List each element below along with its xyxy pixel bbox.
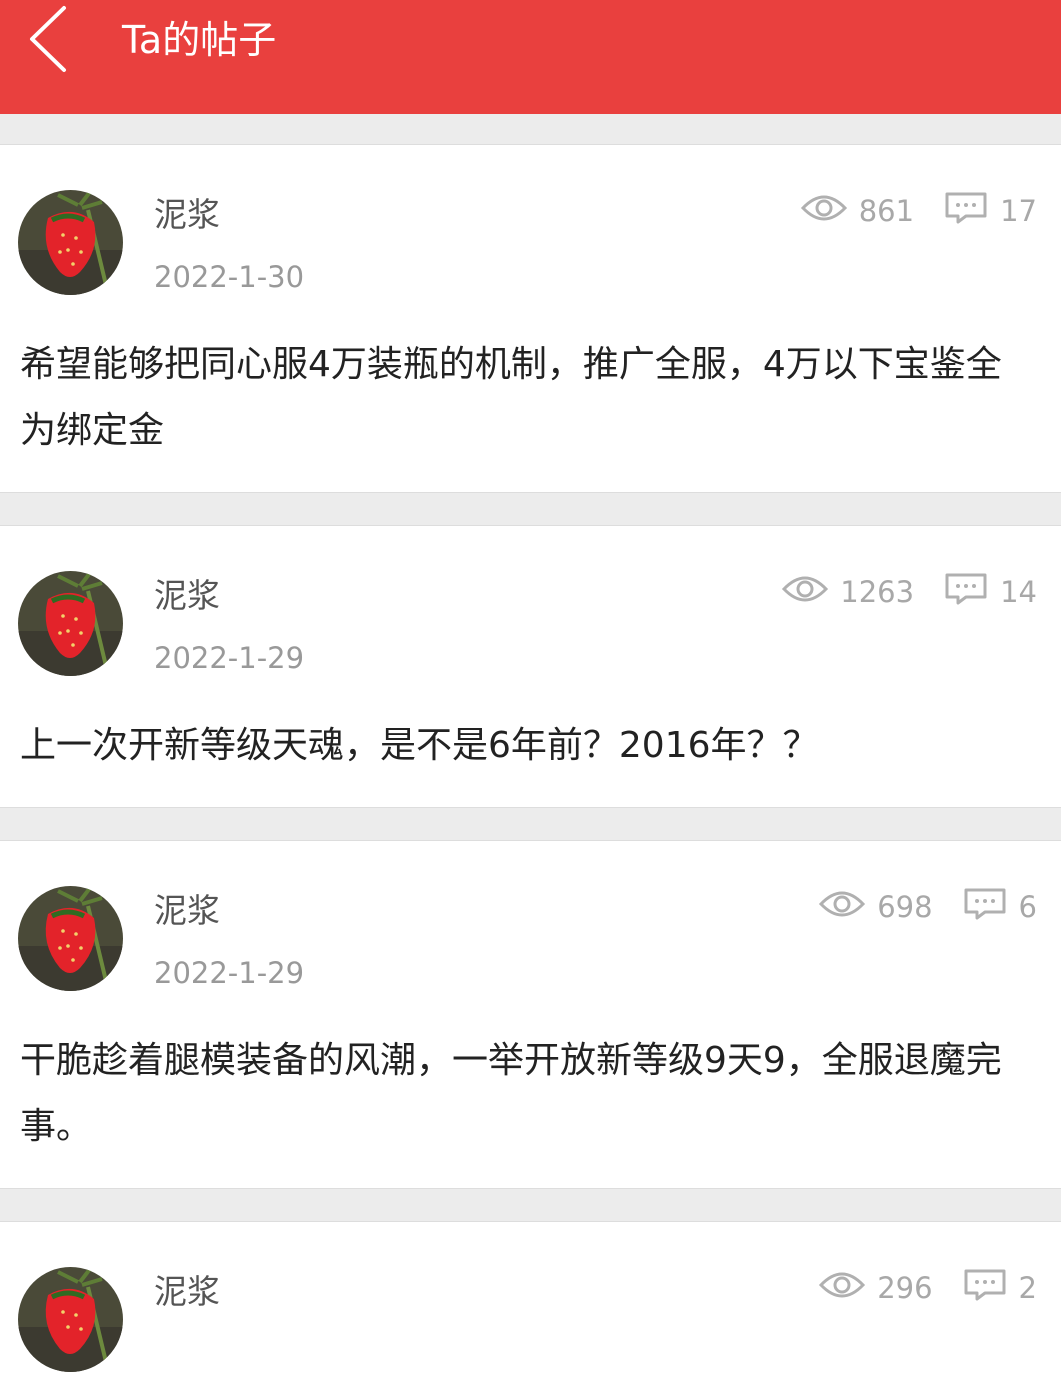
strawberry-avatar-icon [18,1267,123,1372]
post-item[interactable]: 泥浆 2022-1-29 1263 14 上一次开新等级天魂，是不是6年前？20… [0,525,1061,808]
author-name[interactable]: 泥浆 [154,576,220,616]
user-avatar[interactable] [18,190,123,295]
page-title: Ta的帖子 [122,18,277,62]
post-item[interactable]: 泥浆 2022-1-30 861 17 希望能够把同心服4万装瓶的机制，推广全服… [0,144,1061,493]
eye-icon [819,1269,866,1308]
eye-icon [819,888,866,927]
post-item[interactable]: 泥浆 296 2 [0,1221,1061,1381]
post-date: 2022-1-30 [154,260,305,294]
user-avatar[interactable] [18,1267,123,1372]
post-date: 2022-1-29 [154,956,305,990]
app-header: Ta的帖子 [0,0,1061,114]
post-stats: 296 2 [819,1268,1037,1308]
post-content[interactable]: 希望能够把同心服4万装瓶的机制，推广全服，4万以下宝鉴全为绑定金 [20,332,1021,464]
comment-count: 6 [1018,890,1037,924]
user-avatar[interactable] [18,886,123,991]
eye-icon [800,192,847,231]
back-button[interactable] [18,0,88,80]
author-name[interactable]: 泥浆 [154,891,220,931]
comment-count: 14 [1000,575,1037,609]
author-name[interactable]: 泥浆 [154,1272,220,1312]
view-count: 698 [877,890,933,924]
user-avatar[interactable] [18,571,123,676]
view-count: 296 [877,1271,933,1305]
chevron-left-icon [30,6,66,72]
post-stats: 1263 14 [782,572,1037,612]
comment-bubble-icon[interactable] [963,887,1007,928]
strawberry-avatar-icon [18,886,123,991]
comment-bubble-icon[interactable] [963,1268,1007,1309]
post-stats: 861 17 [800,191,1037,232]
comment-count: 17 [1000,194,1037,228]
comment-bubble-icon[interactable] [944,572,988,613]
post-item[interactable]: 泥浆 2022-1-29 698 6 干脆趁着腿模装备的风潮，一举开放新等级9天… [0,840,1061,1189]
post-content[interactable]: 干脆趁着腿模装备的风潮，一举开放新等级9天9，全服退魔完事。 [20,1028,1021,1160]
eye-icon [782,573,829,612]
view-count: 861 [858,194,915,228]
post-date: 2022-1-29 [154,641,305,675]
strawberry-avatar-icon [18,571,123,676]
comment-count: 2 [1018,1271,1037,1305]
comment-bubble-icon[interactable] [944,191,988,232]
strawberry-avatar-icon [18,190,123,295]
author-name[interactable]: 泥浆 [154,195,220,235]
post-content[interactable]: 上一次开新等级天魂，是不是6年前？2016年？？ [20,713,1021,779]
post-stats: 698 6 [819,887,1037,927]
view-count: 1263 [840,575,915,609]
